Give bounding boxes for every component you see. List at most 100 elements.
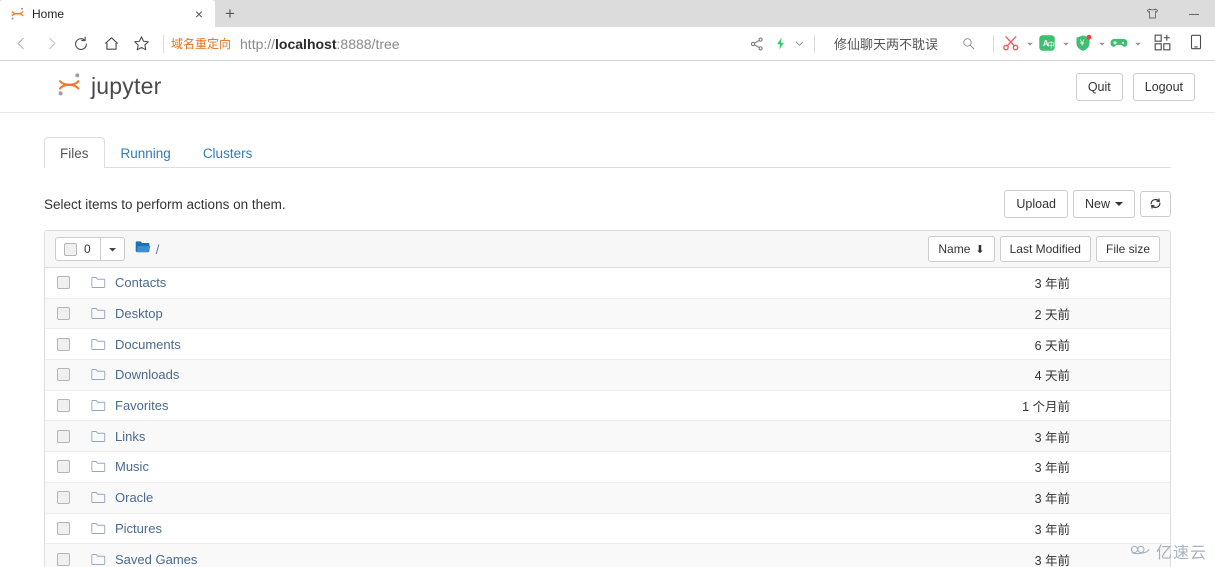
sort-by-file-size-button[interactable]: File size	[1095, 236, 1160, 262]
folder-icon	[91, 553, 115, 566]
address-bar[interactable]: 域名重定向 http://localhost:8888/tree	[171, 30, 745, 58]
jupyter-body: Files Running Clusters Select items to p…	[0, 137, 1215, 567]
file-modified: 2 天前	[1034, 308, 1070, 323]
jupyter-logo-icon	[10, 6, 25, 21]
svg-text:¥: ¥	[1080, 38, 1085, 47]
row-checkbox-cell	[57, 399, 91, 413]
file-modified: 3 年前	[1034, 522, 1070, 537]
omnibox-actions: 修仙聊天两不耽误 A 中 ¥	[745, 30, 1209, 58]
new-button[interactable]: New	[1072, 189, 1135, 219]
close-icon[interactable]: ×	[191, 6, 207, 22]
sort-by-last-modified-button[interactable]: Last Modified	[999, 236, 1091, 262]
table-row[interactable]: Pictures 3 年前	[45, 514, 1170, 545]
home-icon[interactable]	[96, 30, 126, 58]
select-dropdown-button[interactable]	[100, 237, 125, 261]
file-list: 0 / Name ⬇ Last Modified File size Conta…	[44, 230, 1171, 567]
file-name-link[interactable]: Links	[115, 429, 938, 444]
select-all-control[interactable]: 0	[55, 237, 101, 261]
extensions-grid-icon[interactable]	[1153, 33, 1175, 55]
share-icon[interactable]	[745, 32, 769, 56]
file-name-link[interactable]: Contacts	[115, 275, 938, 290]
redirect-badge: 域名重定向	[171, 37, 232, 51]
file-name-link[interactable]: Desktop	[115, 306, 938, 321]
file-name-link[interactable]: Music	[115, 459, 938, 474]
notice-row: Select items to perform actions on them.…	[44, 189, 1171, 219]
row-checkbox-cell	[57, 276, 91, 290]
row-checkbox[interactable]	[57, 552, 70, 566]
table-row[interactable]: Documents 6 天前	[45, 329, 1170, 361]
search-input[interactable]: 修仙聊天两不耽误	[822, 30, 986, 58]
row-checkbox[interactable]	[57, 276, 70, 290]
file-name-link[interactable]: Pictures	[115, 521, 938, 536]
row-checkbox[interactable]	[57, 399, 70, 413]
translate-icon[interactable]: A 中	[1037, 33, 1059, 55]
skin-tshirt-icon[interactable]	[1131, 0, 1173, 27]
breadcrumb-root[interactable]: /	[156, 242, 160, 257]
row-checkbox[interactable]	[57, 307, 70, 321]
row-checkbox[interactable]	[57, 429, 70, 443]
file-name-link[interactable]: Downloads	[115, 367, 938, 382]
row-checkbox[interactable]	[57, 460, 70, 474]
new-button-label: New	[1084, 196, 1110, 211]
chevron-down-icon[interactable]	[1059, 40, 1073, 48]
row-checkbox[interactable]	[57, 337, 70, 351]
refresh-button[interactable]	[1140, 190, 1171, 218]
folder-icon	[91, 399, 115, 412]
search-icon[interactable]	[956, 32, 980, 56]
gamepad-icon[interactable]	[1109, 33, 1131, 55]
jupyter-header-actions: Quit Logout	[1075, 61, 1195, 113]
forward-arrow-icon[interactable]	[36, 30, 66, 58]
back-arrow-icon[interactable]	[6, 30, 36, 58]
table-row[interactable]: Desktop 2 天前	[45, 298, 1170, 330]
row-checkbox[interactable]	[57, 491, 70, 505]
caret-down-icon	[108, 247, 116, 251]
jupyter-brand[interactable]: jupyter	[56, 70, 161, 103]
quit-button[interactable]: Quit	[1075, 72, 1123, 102]
row-checkbox[interactable]	[57, 521, 70, 535]
tab-clusters[interactable]: Clusters	[187, 137, 269, 168]
sort-controls: Name ⬇ Last Modified File size	[928, 236, 1160, 262]
chevron-down-icon[interactable]	[1095, 40, 1109, 48]
tab-files[interactable]: Files	[44, 137, 105, 168]
shield-coupon-icon[interactable]: ¥	[1073, 33, 1095, 55]
file-modified: 1 个月前	[1022, 400, 1070, 415]
file-name-link[interactable]: Oracle	[115, 490, 938, 505]
browser-tab[interactable]: Home ×	[0, 0, 215, 27]
upload-button[interactable]: Upload	[1004, 189, 1068, 219]
browser-tab-strip: Home × +	[0, 0, 1215, 27]
table-row[interactable]: Contacts 3 年前	[45, 268, 1170, 299]
chevron-down-icon[interactable]	[1023, 40, 1037, 48]
toolbar-divider	[163, 34, 164, 53]
minimize-icon[interactable]	[1173, 0, 1215, 27]
select-all-group: 0	[55, 237, 125, 261]
table-row[interactable]: Music 3 年前	[45, 452, 1170, 483]
logout-button[interactable]: Logout	[1132, 72, 1195, 102]
file-name-link[interactable]: Documents	[115, 337, 938, 352]
folder-icon	[91, 430, 115, 443]
row-checkbox[interactable]	[57, 368, 70, 382]
jupyter-tabs: Files Running Clusters	[44, 137, 1171, 168]
file-name-link[interactable]: Favorites	[115, 398, 938, 413]
browser-toolbar: 域名重定向 http://localhost:8888/tree 修仙聊天两不耽…	[0, 27, 1215, 61]
row-checkbox-cell	[57, 552, 91, 566]
lightning-bolt-icon[interactable]	[769, 32, 793, 56]
chevron-down-icon[interactable]	[1131, 40, 1145, 48]
row-checkbox-cell	[57, 337, 91, 351]
chevron-down-icon[interactable]	[793, 38, 807, 49]
file-name-link[interactable]: Saved Games	[115, 552, 938, 567]
table-row[interactable]: Favorites 1 个月前	[45, 391, 1170, 422]
star-icon[interactable]	[126, 30, 156, 58]
table-row[interactable]: Links 3 年前	[45, 421, 1170, 453]
tab-running[interactable]: Running	[105, 137, 187, 168]
scissors-clip-icon[interactable]	[1001, 33, 1023, 55]
breadcrumb[interactable]: /	[135, 240, 160, 259]
sort-by-name-button[interactable]: Name ⬇	[928, 236, 995, 262]
select-all-checkbox[interactable]	[64, 242, 77, 256]
row-checkbox-cell	[57, 429, 91, 443]
table-row[interactable]: Oracle 3 年前	[45, 482, 1170, 514]
new-tab-button[interactable]: +	[215, 0, 245, 27]
reload-icon[interactable]	[66, 30, 96, 58]
table-row[interactable]: Downloads 4 天前	[45, 360, 1170, 391]
mobile-view-icon[interactable]	[1187, 33, 1209, 55]
table-row[interactable]: Saved Games 3 年前	[45, 544, 1170, 567]
